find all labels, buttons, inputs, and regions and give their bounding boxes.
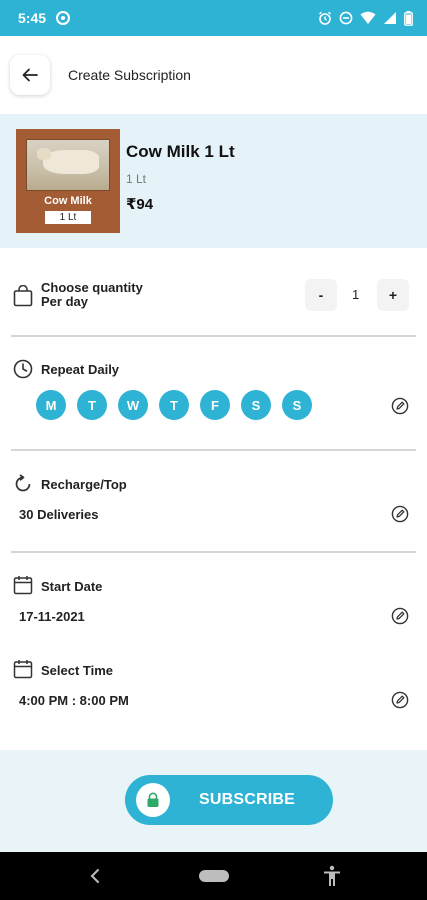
day-sunday[interactable]: S: [282, 390, 312, 420]
weekday-selector: M T W T F S S: [36, 390, 312, 420]
product-image: Cow Milk 1 Lt: [16, 129, 120, 233]
start-date-value: 17-11-2021: [19, 609, 85, 624]
edit-recharge-icon[interactable]: [391, 505, 409, 523]
product-card: Cow Milk 1 Lt: [0, 114, 427, 248]
repeat-label: Repeat Daily: [41, 362, 120, 377]
nav-back-icon[interactable]: [88, 868, 102, 889]
back-button[interactable]: [10, 55, 50, 95]
day-saturday[interactable]: S: [241, 390, 271, 420]
product-price: ₹94: [126, 196, 154, 213]
quantity-decrement-button[interactable]: -: [305, 279, 337, 311]
wifi-icon: [360, 11, 376, 25]
select-time-value: 4:00 PM : 8:00 PM: [19, 693, 129, 708]
divider: [11, 335, 416, 337]
subscribe-label: SUBSCRIBE: [199, 791, 296, 808]
quantity-value: 1: [352, 287, 360, 302]
do-not-disturb-icon: [339, 11, 353, 25]
cellular-signal-icon: [383, 11, 397, 25]
quantity-increment-button[interactable]: +: [377, 279, 409, 311]
status-bar: 5:45: [0, 0, 427, 36]
battery-icon: [404, 10, 413, 26]
status-icons: [318, 10, 413, 26]
status-time: 5:45: [18, 10, 47, 26]
select-time-label: Select Time: [41, 663, 114, 678]
product-unit: 1 Lt: [126, 172, 147, 186]
day-friday[interactable]: F: [200, 390, 230, 420]
system-navigation-bar: [0, 852, 427, 900]
cow-photo: [26, 139, 110, 191]
edit-repeat-icon[interactable]: [391, 397, 409, 415]
refresh-icon: [13, 474, 33, 494]
alarm-icon: [318, 11, 332, 25]
clock-icon: [13, 359, 33, 379]
shopping-bag-icon: [13, 285, 33, 307]
edit-start-date-icon[interactable]: [391, 607, 409, 625]
arrow-left-icon: [22, 68, 38, 82]
day-wednesday[interactable]: W: [118, 390, 148, 420]
recharge-label: Recharge/Top: [41, 477, 127, 492]
product-name: Cow Milk 1 Lt: [126, 142, 235, 161]
divider: [11, 449, 416, 451]
page-title: Create Subscription: [68, 67, 191, 83]
quantity-label-line2: Per day: [41, 294, 88, 309]
nav-home-pill[interactable]: [199, 870, 229, 882]
app-header: Create Subscription: [0, 36, 427, 114]
lock-icon: [136, 783, 170, 817]
day-monday[interactable]: M: [36, 390, 66, 420]
edit-time-icon[interactable]: [391, 691, 409, 709]
recharge-value: 30 Deliveries: [19, 507, 99, 522]
start-date-label: Start Date: [41, 579, 103, 594]
calendar-icon: [13, 575, 33, 595]
product-image-sublabel: 1 Lt: [45, 211, 91, 224]
day-tuesday[interactable]: T: [77, 390, 107, 420]
divider: [11, 551, 416, 553]
quantity-label: Choose quantity Per day: [41, 281, 143, 309]
product-image-label: Cow Milk: [44, 195, 92, 207]
calendar-icon: [13, 659, 33, 679]
accessibility-icon[interactable]: [322, 865, 342, 892]
subscribe-button[interactable]: SUBSCRIBE: [125, 775, 333, 825]
quantity-label-line1: Choose quantity: [41, 280, 143, 295]
app-notification-icon: [56, 11, 71, 25]
day-thursday[interactable]: T: [159, 390, 189, 420]
